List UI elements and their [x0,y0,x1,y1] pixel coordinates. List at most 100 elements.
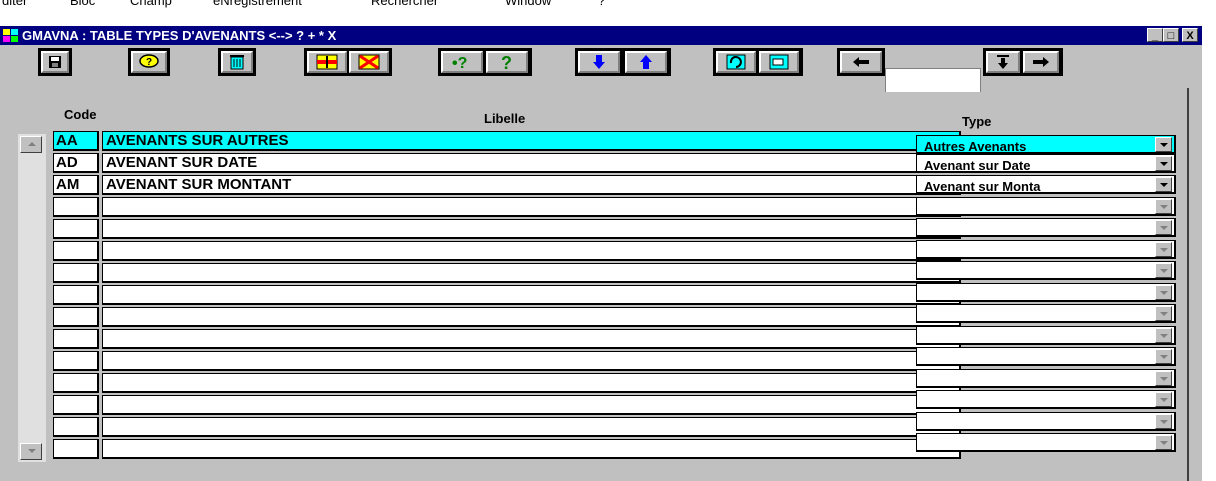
dropdown-button[interactable] [1155,263,1172,278]
menu-item-champ[interactable]: Champ [130,0,172,8]
menu-item-bloc[interactable]: Bloc [70,0,95,8]
query-button[interactable]: ? [131,51,167,73]
code-field[interactable]: AD [53,153,99,173]
dropdown-button[interactable] [1155,349,1172,364]
previous-record-button[interactable] [625,51,667,73]
minimize-button[interactable]: _ [1147,28,1163,42]
title-bar[interactable]: GMAVNA : TABLE TYPES D'AVENANTS <--> ? +… [0,26,1202,45]
libelle-field[interactable] [102,373,961,393]
menu-item-rechercher[interactable]: Rechercher [371,0,438,8]
dropdown-button[interactable] [1155,370,1172,386]
dropdown-button[interactable] [1155,198,1172,214]
record-number-input[interactable] [885,68,981,94]
close-button[interactable]: X [1182,28,1198,42]
type-select[interactable] [916,411,1176,431]
menu-item-enregistrement[interactable]: eNregistrement [213,0,302,8]
libelle-field[interactable] [102,439,961,459]
toolbar-group-save [38,48,72,76]
code-field[interactable] [53,307,99,327]
dropdown-button[interactable] [1155,284,1172,300]
menu-item-editer[interactable]: diter [2,0,27,8]
code-field[interactable]: AA [53,131,99,151]
refresh-button[interactable] [716,51,756,73]
libelle-field[interactable] [102,241,961,261]
print-button[interactable] [759,51,799,73]
code-field[interactable] [53,439,99,459]
dropdown-button[interactable] [1155,413,1172,429]
scroll-up-button[interactable] [20,136,42,153]
maximize-button[interactable]: □ [1163,28,1179,42]
record-down-button[interactable] [986,51,1020,73]
type-select[interactable] [916,325,1176,345]
code-field[interactable] [53,197,99,217]
type-select[interactable] [916,347,1176,366]
code-field[interactable] [53,285,99,305]
chevron-down-icon [1160,161,1168,166]
dropdown-button[interactable] [1155,306,1172,321]
type-select[interactable] [916,239,1176,259]
libelle-field[interactable] [102,395,961,415]
dropdown-button[interactable] [1155,220,1172,235]
dropdown-button[interactable] [1155,177,1172,192]
code-field[interactable] [53,417,99,437]
code-field[interactable] [53,263,99,283]
libelle-field[interactable] [102,329,961,349]
type-select[interactable] [916,196,1176,216]
libelle-field[interactable] [102,219,961,239]
chevron-down-icon [1160,441,1168,445]
type-select[interactable] [916,261,1176,280]
code-field[interactable] [53,241,99,261]
scroll-down-button[interactable] [20,443,42,460]
code-field[interactable] [53,373,99,393]
refresh-icon [726,54,746,70]
dropdown-button[interactable] [1155,327,1172,343]
insert-record-button[interactable] [307,51,347,73]
dropdown-button[interactable] [1155,137,1172,152]
menu-item-help[interactable]: ? [598,0,605,8]
save-button[interactable] [41,51,69,73]
execute-query-button[interactable]: ? [486,51,528,73]
dropdown-button[interactable] [1155,435,1172,450]
libelle-field[interactable]: AVENANT SUR DATE [102,153,961,173]
save-icon [49,56,61,68]
right-arrow-icon [1033,57,1049,67]
code-field[interactable] [53,329,99,349]
type-select[interactable] [916,304,1176,323]
type-select[interactable]: Avenant sur Monta [916,175,1176,194]
type-select[interactable] [916,390,1176,409]
type-select[interactable]: Autres Avenants [916,135,1176,154]
dropdown-button[interactable] [1155,155,1172,171]
delete-button[interactable] [221,51,253,73]
prev-block-button[interactable] [840,51,882,73]
column-header-code: Code [64,107,97,122]
remove-record-button[interactable] [349,51,389,73]
enter-query-button[interactable]: •? [441,51,483,73]
code-field[interactable] [53,395,99,415]
libelle-field[interactable] [102,351,961,371]
libelle-field[interactable]: AVENANTS SUR AUTRES [102,131,961,151]
chevron-down-icon [1160,269,1168,273]
libelle-field[interactable]: AVENANT SUR MONTANT [102,175,961,195]
code-field[interactable]: AM [53,175,99,195]
type-select[interactable] [916,433,1176,452]
chevron-down-icon [1160,312,1168,316]
type-select[interactable] [916,218,1176,237]
code-field[interactable] [53,351,99,371]
next-record-button[interactable] [578,51,620,73]
arrow-up-icon [28,142,36,146]
libelle-field[interactable] [102,263,961,283]
type-select[interactable] [916,282,1176,302]
menu-item-window[interactable]: Window [505,0,551,8]
libelle-field[interactable] [102,285,961,305]
dropdown-button[interactable] [1155,392,1172,407]
libelle-field[interactable] [102,307,961,327]
type-select[interactable] [916,368,1176,388]
type-value: Autres Avenants [924,139,1027,154]
type-select[interactable]: Avenant sur Date [916,153,1176,173]
vertical-scrollbar[interactable] [18,134,46,462]
libelle-field[interactable] [102,197,961,217]
libelle-field[interactable] [102,417,961,437]
dropdown-button[interactable] [1155,241,1172,257]
next-block-button[interactable] [1023,51,1059,73]
code-field[interactable] [53,219,99,239]
